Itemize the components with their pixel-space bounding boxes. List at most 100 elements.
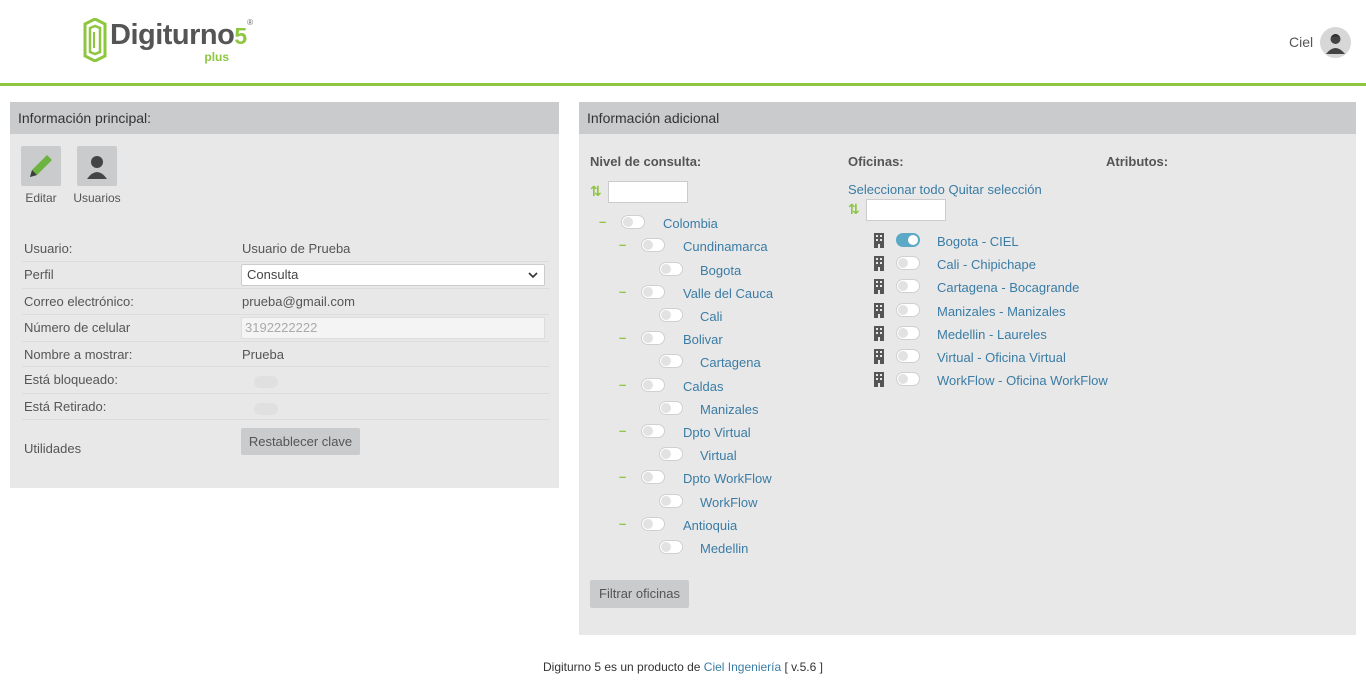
main-info-title: Información principal: — [10, 102, 559, 134]
correo-value: prueba@gmail.com — [242, 294, 355, 309]
tree-node-label[interactable]: Cartagena — [700, 355, 761, 370]
reset-password-button[interactable]: Restablecer clave — [241, 428, 360, 455]
tree-node-toggle[interactable] — [641, 378, 665, 392]
office-label[interactable]: Bogota - CIEL — [937, 234, 1019, 249]
tree-node-label[interactable]: Cali — [700, 309, 722, 324]
collapse-icon[interactable]: – — [619, 377, 626, 392]
usuario-value: Usuario de Prueba — [242, 241, 351, 256]
collapse-icon[interactable]: – — [619, 237, 626, 252]
avatar[interactable] — [1320, 27, 1351, 58]
footer: Digiturno 5 es un producto de Ciel Ingen… — [0, 660, 1366, 674]
oficinas-sort-icon[interactable]: ⇅ — [848, 201, 860, 218]
tree-node-toggle[interactable] — [659, 401, 683, 415]
tree-node-label[interactable]: WorkFlow — [700, 495, 758, 510]
bloqueado-label: Está bloqueado: — [24, 372, 118, 387]
oficinas-actions: Seleccionar todo Quitar selección — [848, 182, 1042, 197]
tree-node-label[interactable]: Caldas — [683, 379, 723, 394]
office-toggle[interactable] — [896, 325, 920, 340]
office-toggle[interactable] — [896, 372, 920, 387]
sort-icon[interactable]: ⇅ — [590, 183, 602, 200]
tree-node-toggle[interactable] — [641, 331, 665, 345]
usuario-row: Usuario: Usuario de Prueba — [22, 236, 549, 262]
logo-registered: ® — [247, 18, 254, 27]
edit-button[interactable]: Editar — [21, 146, 61, 205]
retirado-label: Está Retirado: — [24, 399, 107, 414]
tree-node-label[interactable]: Medellin — [700, 541, 748, 556]
tree-node-toggle[interactable] — [641, 238, 665, 252]
users-label: Usuarios — [73, 191, 121, 205]
pencil-icon — [30, 155, 52, 177]
collapse-icon[interactable]: – — [599, 214, 606, 229]
office-toggle[interactable] — [896, 256, 920, 271]
user-icon — [87, 156, 107, 179]
collapse-icon[interactable]: – — [619, 330, 626, 345]
tree-node-toggle[interactable] — [641, 424, 665, 438]
tree-node-toggle[interactable] — [659, 447, 683, 461]
clear-selection-link[interactable]: Quitar selección — [948, 182, 1041, 197]
celular-label: Número de celular — [24, 320, 131, 335]
collapse-icon[interactable]: – — [619, 423, 626, 438]
building-icon — [874, 233, 884, 248]
building-icon — [874, 325, 884, 341]
tree-node-label[interactable]: Cundinamarca — [683, 239, 768, 254]
tree-node-label[interactable]: Bolivar — [683, 332, 723, 347]
celular-field: 3192222222 — [241, 317, 545, 339]
ciel-link[interactable]: Ciel Ingeniería — [704, 660, 781, 674]
tree-node-toggle[interactable] — [659, 540, 683, 554]
user-avatar-icon — [1326, 34, 1345, 54]
office-label[interactable]: Cali - Chipichape — [937, 257, 1036, 272]
office-label[interactable]: Virtual - Oficina Virtual — [937, 350, 1066, 365]
users-button[interactable]: Usuarios — [72, 146, 122, 205]
tree-node-label[interactable]: Dpto Virtual — [683, 425, 751, 440]
filter-offices-button[interactable]: Filtrar oficinas — [590, 580, 689, 608]
nombre-label: Nombre a mostrar: — [24, 347, 133, 362]
office-label[interactable]: WorkFlow - Oficina WorkFlow — [937, 373, 1108, 388]
app-header: Digiturno5® plus Ciel — [0, 0, 1366, 86]
collapse-icon[interactable]: – — [619, 516, 626, 531]
celular-row: Número de celular 3192222222 — [22, 315, 549, 342]
office-toggle[interactable] — [896, 233, 920, 247]
office-toggle[interactable] — [896, 349, 920, 363]
tree-node-label[interactable]: Dpto WorkFlow — [683, 471, 772, 486]
oficinas-title: Oficinas: — [848, 154, 904, 169]
office-label[interactable]: Cartagena - Bocagrande — [937, 280, 1079, 295]
nivel-title: Nivel de consulta: — [590, 154, 702, 169]
tree-node-toggle[interactable] — [659, 494, 683, 508]
tree-node-label[interactable]: Valle del Cauca — [683, 286, 773, 301]
tree-node-toggle[interactable] — [641, 470, 665, 484]
perfil-row: Perfil Consulta — [22, 262, 549, 289]
chevron-down-icon — [528, 272, 538, 279]
tree-node-label[interactable]: Colombia — [663, 216, 718, 231]
building-icon — [874, 349, 884, 364]
perfil-label: Perfil — [24, 267, 54, 282]
tree-node-label[interactable]: Bogota — [700, 263, 741, 278]
select-all-link[interactable]: Seleccionar todo — [848, 182, 945, 197]
oficinas-search-input[interactable] — [866, 199, 946, 221]
bloqueado-row: Está bloqueado: — [22, 367, 549, 394]
tree-node-toggle[interactable] — [659, 262, 683, 276]
building-icon — [874, 372, 884, 388]
correo-row: Correo electrónico: prueba@gmail.com — [22, 289, 549, 315]
office-toggle[interactable] — [896, 302, 920, 317]
current-user-name[interactable]: Ciel — [1289, 34, 1313, 50]
tree-node-toggle[interactable] — [641, 285, 665, 299]
collapse-icon[interactable]: – — [619, 284, 626, 299]
building-icon — [874, 302, 884, 318]
tree-node-toggle[interactable] — [659, 354, 683, 368]
nombre-value: Prueba — [242, 347, 284, 362]
tree-node-label[interactable]: Manizales — [700, 402, 759, 417]
office-toggle[interactable] — [896, 279, 920, 294]
perfil-select[interactable]: Consulta — [241, 264, 545, 286]
office-label[interactable]: Medellin - Laureles — [937, 327, 1047, 342]
perfil-selected-value: Consulta — [247, 267, 299, 282]
digiturno-logo[interactable]: Digiturno5® plus — [82, 18, 253, 66]
retirado-toggle — [254, 403, 278, 415]
tree-node-label[interactable]: Virtual — [700, 448, 737, 463]
collapse-icon[interactable]: – — [619, 469, 626, 484]
tree-node-toggle[interactable] — [621, 215, 645, 229]
office-label[interactable]: Manizales - Manizales — [937, 304, 1066, 319]
nivel-search-input[interactable] — [608, 181, 688, 203]
tree-node-toggle[interactable] — [659, 308, 683, 322]
tree-node-label[interactable]: Antioquia — [683, 518, 737, 533]
tree-node-toggle[interactable] — [641, 517, 665, 531]
